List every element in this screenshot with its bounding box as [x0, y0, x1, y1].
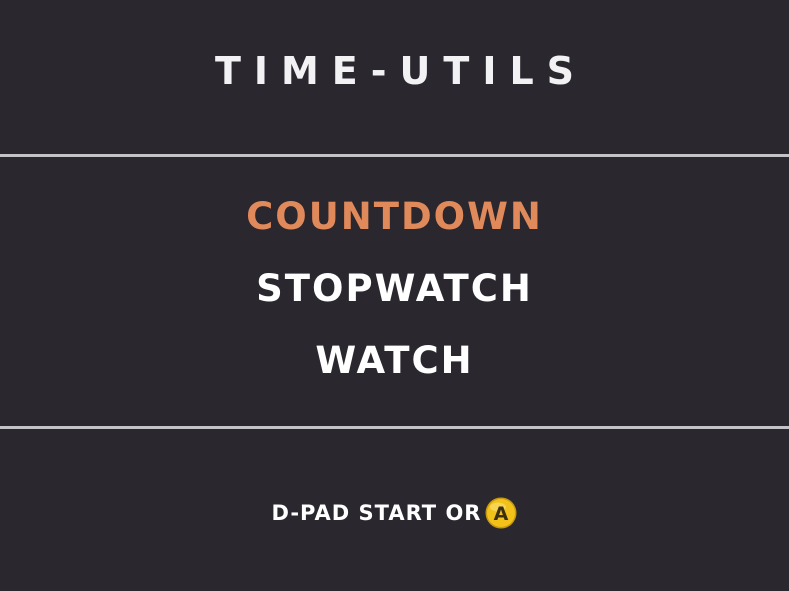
menu-item-countdown[interactable]: COUNTDOWN: [0, 186, 789, 258]
bottom-divider: [0, 426, 789, 429]
top-divider: [0, 154, 789, 157]
a-button-letter: A: [494, 503, 509, 525]
menu-item-stopwatch[interactable]: STOPWATCH: [0, 258, 789, 330]
menu-item-watch[interactable]: WATCH: [0, 330, 789, 402]
controls-hint-text: D-PAD START OR: [271, 501, 482, 525]
controls-hint: D-PAD START OR A: [0, 494, 789, 532]
main-menu: COUNTDOWN STOPWATCH WATCH: [0, 186, 789, 402]
a-button-icon: A: [485, 497, 517, 529]
game-title: TIME-UTILS: [214, 49, 588, 93]
